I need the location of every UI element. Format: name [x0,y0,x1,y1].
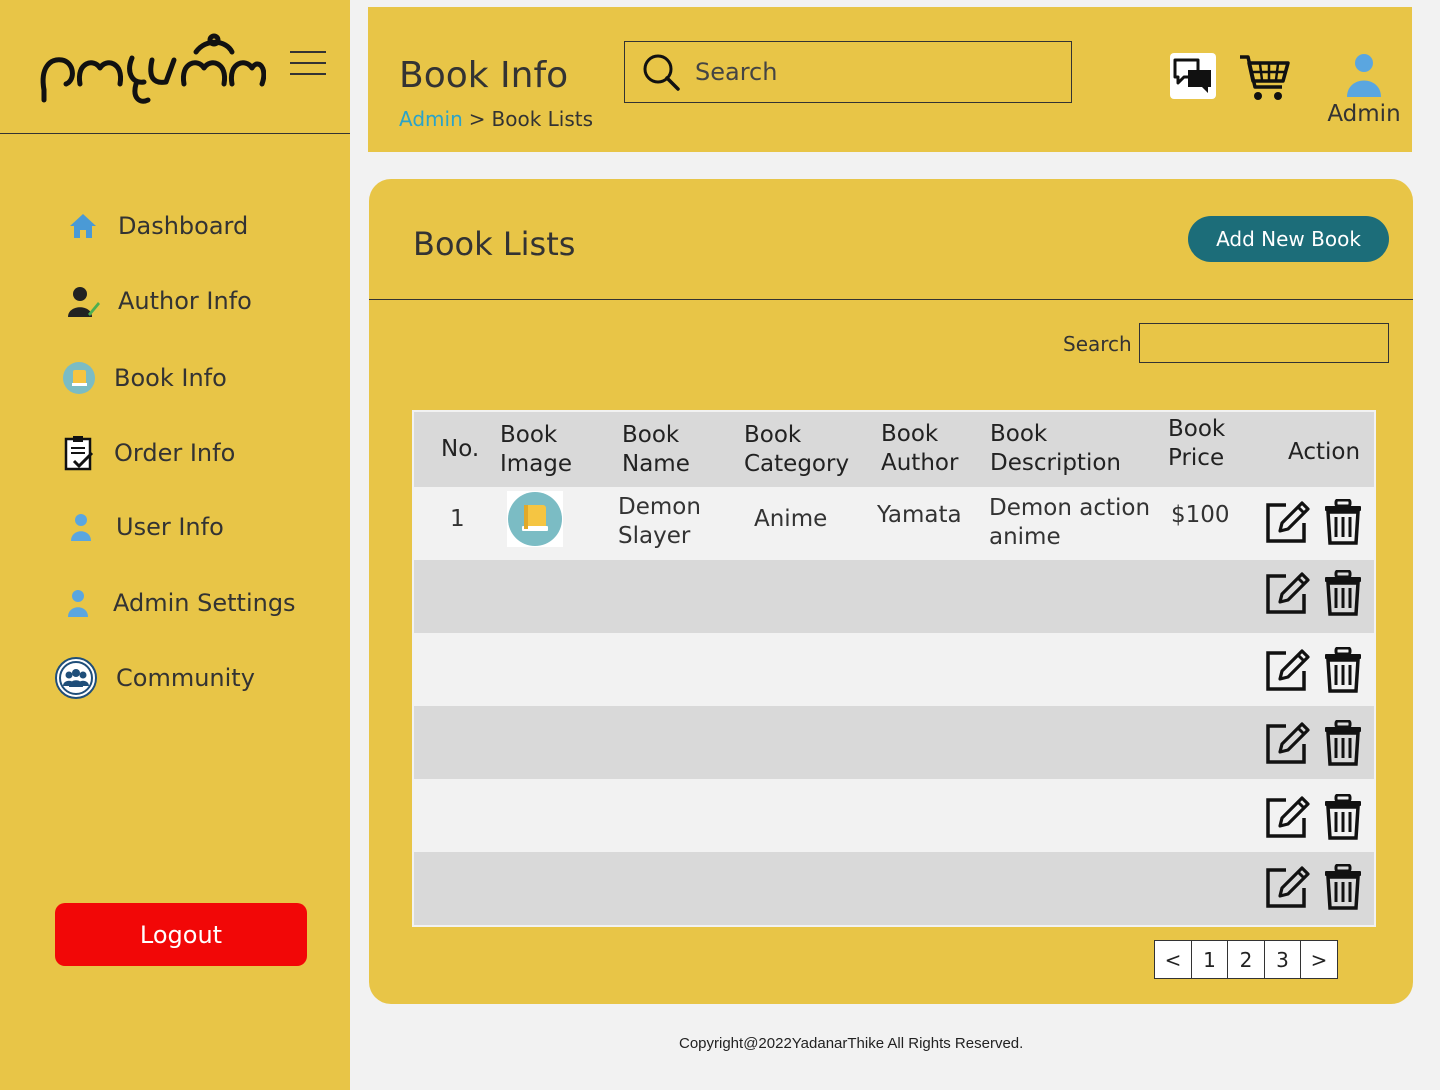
sidebar-item-label: User Info [116,513,224,541]
table-search-label: Search [1063,332,1132,356]
edit-icon[interactable] [1264,720,1310,766]
header-action: Action [1288,439,1361,465]
breadcrumb-separator: > [468,107,486,131]
table-row [414,706,1374,779]
sidebar: Dashboard Author Info Book Info Order In… [0,0,350,1090]
header-book-category-line1: Book [744,422,802,448]
header-book-author-line2: Author [881,450,959,476]
table-row [414,633,1374,706]
brand-logo [40,33,266,104]
header-no: No. [441,436,480,462]
edit-icon[interactable] [1264,647,1310,693]
pagination: < 1 2 3 > [1154,940,1338,979]
book-icon [62,361,96,395]
cell-book-category: Anime [754,506,828,532]
sidebar-item-label: Dashboard [118,212,249,240]
header-book-image-line2: Image [500,451,573,477]
user-avatar-icon [1347,54,1381,97]
add-new-book-button[interactable]: Add New Book [1188,216,1389,262]
header-book-price-line1: Book [1168,416,1226,442]
page-title: Book Info [399,55,569,96]
book-table: No. Book Image Book Name Book Category B… [412,410,1376,927]
edit-icon[interactable] [1264,864,1310,910]
cell-book-author: Yamata [877,502,962,528]
home-icon [66,209,100,243]
table-row [414,779,1374,852]
cell-book-description-line2: anime [989,524,1061,550]
table-row [414,852,1374,925]
sidebar-item-community[interactable]: Community [54,656,255,700]
pagination-page-2[interactable]: 2 [1227,940,1265,979]
header-book-name-line2: Name [622,451,690,477]
cell-no: 1 [450,506,465,532]
sidebar-item-author-info[interactable]: Author Info [66,284,252,318]
header-book-price-line2: Price [1168,445,1225,471]
table-search-input[interactable] [1139,323,1389,363]
author-icon [66,284,100,318]
cell-book-price: $100 [1171,502,1230,528]
top-header: Book Info Admin>Book Lists Admin [368,7,1412,152]
header-book-description-line1: Book [990,421,1048,447]
sidebar-item-label: Author Info [118,287,252,315]
cell-book-name-line2: Slayer [618,523,691,549]
cart-icon[interactable] [1238,53,1290,103]
table-row: 1 Demon Slayer Anime Yamata Demon action… [414,487,1374,560]
search-input[interactable] [695,58,1055,86]
edit-icon[interactable] [1264,499,1310,545]
delete-icon[interactable] [1324,864,1362,910]
table-header-row: No. Book Image Book Name Book Category B… [414,412,1374,487]
search-icon[interactable] [641,52,681,92]
header-book-category-line2: Category [744,451,850,477]
header-book-name-line1: Book [622,422,680,448]
delete-icon[interactable] [1324,570,1362,616]
hamburger-menu-button[interactable] [290,51,326,75]
sidebar-item-label: Book Info [114,364,227,392]
delete-icon[interactable] [1324,720,1362,766]
sidebar-item-admin-settings[interactable]: Admin Settings [61,586,296,620]
breadcrumb-admin-link[interactable]: Admin [399,107,463,131]
sidebar-item-order-info[interactable]: Order Info [62,436,236,471]
edit-icon[interactable] [1264,794,1310,840]
footer-copyright: Copyright@2022YadanarThike All Rights Re… [679,1035,1024,1052]
sidebar-item-label: Order Info [114,439,236,467]
table-row [414,560,1374,633]
sidebar-item-dashboard[interactable]: Dashboard [66,209,248,243]
panel-title: Book Lists [413,225,576,263]
sidebar-item-user-info[interactable]: User Info [64,510,224,544]
header-search [624,41,1072,103]
header-book-image-line1: Book [500,422,558,448]
admin-user-menu[interactable]: Admin [1326,53,1402,127]
delete-icon[interactable] [1324,499,1362,545]
sidebar-item-label: Community [116,664,255,692]
breadcrumb: Admin > Book Lists [399,107,593,131]
pagination-page-1[interactable]: 1 [1190,940,1229,979]
sidebar-item-label: Admin Settings [113,589,296,617]
pagination-page-3[interactable]: 3 [1263,940,1302,979]
header-book-description-line2: Description [990,450,1121,476]
cell-book-name-line1: Demon [618,494,701,520]
logout-button[interactable]: Logout [55,903,307,966]
book-cover-image [507,491,563,547]
edit-icon[interactable] [1264,570,1310,616]
admin-user-label: Admin [1327,101,1401,127]
pagination-prev-button[interactable]: < [1154,940,1192,979]
panel-divider [369,299,1413,300]
delete-icon[interactable] [1324,647,1362,693]
delete-icon[interactable] [1324,794,1362,840]
sidebar-divider [0,133,350,134]
chat-icon[interactable] [1170,53,1216,99]
community-icon [54,656,98,700]
pagination-next-button[interactable]: > [1300,940,1338,979]
cell-book-description-line1: Demon action [989,495,1151,521]
admin-user-icon [61,586,95,620]
breadcrumb-current: Book Lists [491,107,594,131]
sidebar-item-book-info[interactable]: Book Info [62,361,227,395]
user-icon [64,510,98,544]
clipboard-check-icon [62,436,96,471]
header-book-author-line1: Book [881,421,939,447]
